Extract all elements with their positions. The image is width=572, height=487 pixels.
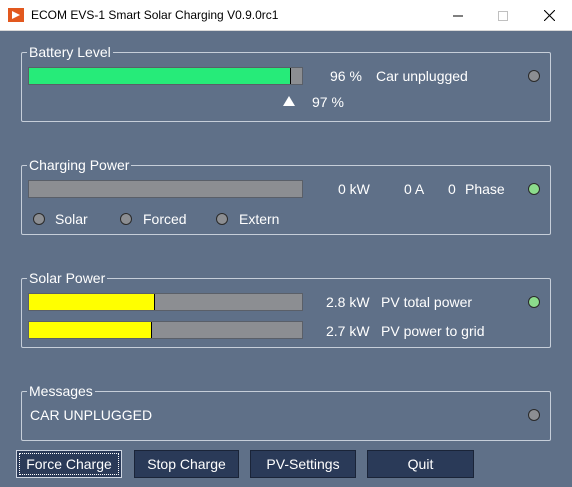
battery-level-fill — [29, 68, 292, 84]
extern-mode-radio[interactable] — [216, 213, 228, 225]
battery-level-group: Battery Level — [21, 44, 551, 122]
charging-current-value: 0 A — [404, 181, 425, 197]
message-indicator — [528, 409, 540, 421]
pv-total-power-label: PV total power — [381, 294, 473, 310]
charging-power-group: Charging Power — [21, 157, 551, 235]
car-status: Car unplugged — [376, 68, 468, 84]
forced-mode-radio[interactable] — [120, 213, 132, 225]
charging-indicator — [528, 183, 540, 195]
battery-level-value: 96 % — [330, 68, 362, 84]
charging-power-bar — [28, 180, 303, 198]
battery-level-label: Battery Level — [27, 44, 113, 60]
stop-charge-button[interactable]: Stop Charge — [134, 450, 239, 478]
solar-mode-label[interactable]: Solar — [55, 211, 88, 227]
messages-label: Messages — [27, 383, 95, 399]
pv-power-to-grid-bar — [28, 321, 303, 339]
pv-power-to-grid-fill — [29, 322, 152, 338]
ecom-app-icon — [8, 8, 24, 22]
battery-level-bar — [28, 67, 303, 85]
maximize-button[interactable] — [480, 0, 526, 31]
minimize-icon — [453, 15, 463, 16]
message-text: CAR UNPLUGGED — [30, 407, 153, 423]
solar-mode-radio[interactable] — [33, 213, 45, 225]
extern-mode-label[interactable]: Extern — [239, 211, 279, 227]
target-level-marker-icon — [283, 96, 295, 106]
charging-power-value: 0 kW — [338, 181, 370, 197]
window-title: ECOM EVS-1 Smart Solar Charging V0.9.0rc… — [31, 8, 279, 22]
charging-power-label: Charging Power — [27, 157, 132, 173]
car-status-indicator — [528, 70, 540, 82]
solar-indicator — [528, 296, 540, 308]
minimize-button[interactable] — [435, 0, 481, 31]
close-icon — [543, 10, 555, 21]
pv-power-to-grid-label: PV power to grid — [381, 323, 485, 339]
forced-mode-label[interactable]: Forced — [143, 211, 187, 227]
maximize-icon — [498, 10, 508, 21]
force-charge-button[interactable]: Force Charge — [16, 450, 122, 478]
pv-power-to-grid-value: 2.7 kW — [326, 323, 370, 339]
status-line-cutoff — [200, 481, 572, 487]
phase-count: 0 — [448, 181, 456, 197]
title-bar[interactable]: ECOM EVS-1 Smart Solar Charging V0.9.0rc… — [0, 0, 572, 31]
pv-settings-button[interactable]: PV-Settings — [250, 450, 356, 478]
close-button[interactable] — [526, 0, 572, 31]
pv-total-power-value: 2.8 kW — [326, 294, 370, 310]
phase-label: Phase — [465, 181, 505, 197]
pv-total-power-bar — [28, 293, 303, 311]
quit-button[interactable]: Quit — [367, 450, 474, 478]
target-level-value: 97 % — [312, 94, 344, 110]
solar-power-label: Solar Power — [27, 270, 108, 286]
pv-total-power-fill — [29, 294, 155, 310]
